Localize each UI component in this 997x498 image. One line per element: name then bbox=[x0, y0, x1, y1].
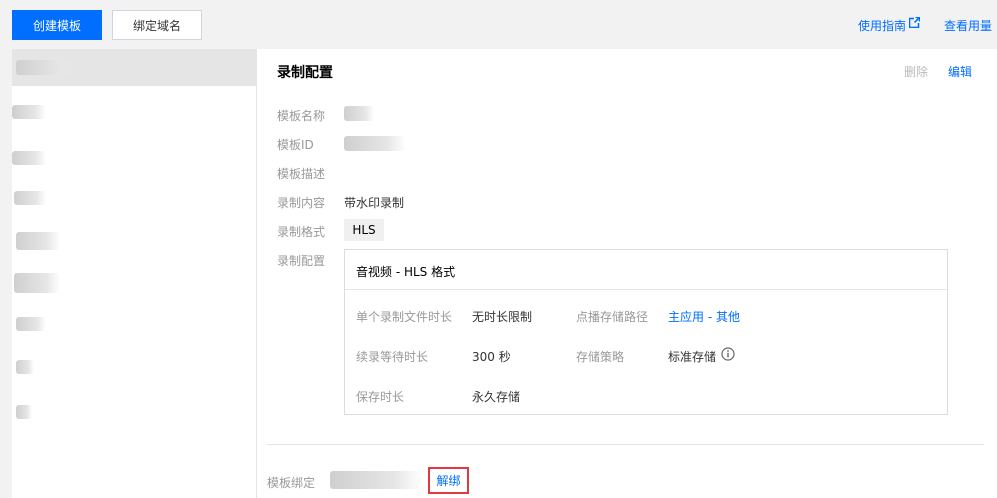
template-list-item[interactable] bbox=[12, 397, 257, 434]
redacted-text bbox=[12, 105, 46, 119]
redacted-text bbox=[16, 232, 60, 250]
info-circle-icon[interactable] bbox=[721, 347, 735, 361]
redacted-text bbox=[16, 405, 32, 419]
template-id-value-redacted bbox=[344, 136, 406, 151]
redacted-text bbox=[14, 273, 60, 293]
template-detail: 录制配置 删除 编辑 模板名称 模板ID 模板描述 录制内容 带水印录制 录制格… bbox=[258, 49, 997, 498]
bind-domain-button[interactable]: 绑定域名 bbox=[112, 10, 202, 40]
template-list-item[interactable] bbox=[12, 185, 257, 222]
bound-domain-redacted bbox=[330, 471, 422, 489]
template-list bbox=[12, 49, 257, 498]
storage-policy-label: 存储策略 bbox=[576, 350, 625, 364]
template-list-item-selected[interactable] bbox=[12, 49, 257, 86]
template-list-item[interactable] bbox=[12, 311, 257, 348]
record-format-tag: HLS bbox=[344, 219, 384, 241]
delete-button[interactable]: 删除 bbox=[904, 63, 928, 80]
redacted-text bbox=[16, 60, 78, 75]
template-list-item[interactable] bbox=[12, 354, 257, 391]
resume-wait-value: 300 秒 bbox=[472, 350, 511, 364]
usage-guide-link[interactable]: 使用指南 bbox=[858, 17, 906, 34]
record-config-label: 录制配置 bbox=[277, 254, 326, 268]
retention-value: 永久存储 bbox=[472, 390, 521, 404]
redacted-text bbox=[16, 360, 34, 374]
template-list-item[interactable] bbox=[12, 224, 257, 261]
config-header: 音视频 - HLS 格式 bbox=[356, 265, 456, 279]
record-config-box: 音视频 - HLS 格式 单个录制文件时长 无时长限制 点播存储路径 主应用 -… bbox=[344, 249, 948, 415]
vod-storage-path-label: 点播存储路径 bbox=[576, 310, 649, 324]
template-name-value-redacted bbox=[344, 106, 374, 121]
template-desc-label: 模板描述 bbox=[277, 167, 326, 181]
external-link-icon[interactable] bbox=[909, 17, 920, 28]
divider bbox=[345, 289, 947, 290]
record-content-label: 录制内容 bbox=[277, 196, 326, 210]
create-template-button[interactable]: 创建模板 bbox=[12, 10, 102, 40]
template-list-item[interactable] bbox=[12, 145, 257, 182]
template-list-item[interactable] bbox=[12, 267, 257, 304]
section-title: 录制配置 bbox=[277, 65, 333, 81]
divider bbox=[267, 444, 984, 445]
record-content-value: 带水印录制 bbox=[344, 196, 405, 210]
template-name-label: 模板名称 bbox=[277, 109, 326, 123]
main-panel: 录制配置 删除 编辑 模板名称 模板ID 模板描述 录制内容 带水印录制 录制格… bbox=[12, 49, 997, 498]
record-format-label: 录制格式 bbox=[277, 225, 326, 239]
redacted-text bbox=[14, 191, 46, 205]
view-usage-link[interactable]: 查看用量 bbox=[944, 17, 992, 34]
storage-policy-value: 标准存储 bbox=[668, 350, 717, 364]
resume-wait-label: 续录等待时长 bbox=[356, 350, 429, 364]
vod-storage-path-link[interactable]: 主应用 - 其他 bbox=[668, 308, 740, 325]
edit-button[interactable]: 编辑 bbox=[948, 63, 972, 80]
single-file-duration-label: 单个录制文件时长 bbox=[356, 310, 453, 324]
redacted-text bbox=[16, 317, 46, 331]
template-list-item[interactable] bbox=[12, 97, 257, 134]
single-file-duration-value: 无时长限制 bbox=[472, 310, 533, 324]
redacted-text bbox=[12, 151, 46, 165]
template-id-label: 模板ID bbox=[277, 138, 314, 152]
retention-label: 保存时长 bbox=[356, 390, 405, 404]
template-binding-label: 模板绑定 bbox=[267, 476, 316, 490]
unbind-button[interactable]: 解绑 bbox=[428, 467, 469, 494]
